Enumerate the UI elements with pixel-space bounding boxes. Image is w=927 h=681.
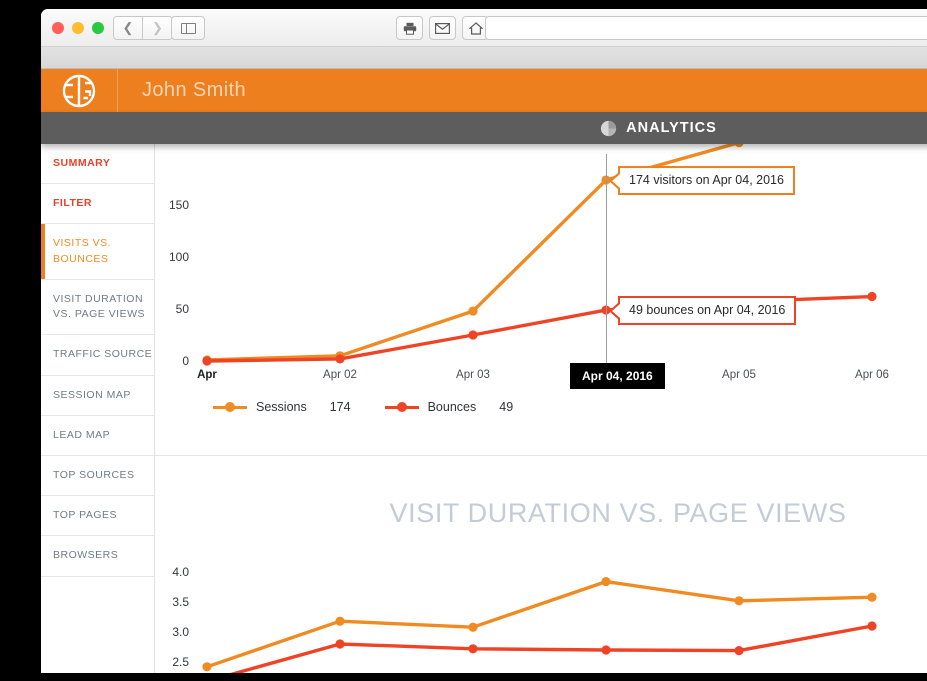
axis-hover-tooltip: Apr 04, 2016 bbox=[570, 363, 665, 389]
sidebar-item-label: BROWSERS bbox=[53, 549, 119, 562]
app-header: John Smith DFM RESULTS bbox=[41, 69, 927, 112]
close-window-button[interactable] bbox=[52, 22, 64, 34]
sidebar-item-visit-duration-vs-page-views[interactable]: VISIT DURATION VS. PAGE VIEWS bbox=[41, 280, 154, 336]
sidebar-item-label: SESSION MAP bbox=[53, 388, 131, 401]
line-chart-visits-vs-bounces bbox=[202, 144, 877, 366]
sidebar-item-label: TOP SOURCES bbox=[53, 468, 135, 481]
legend-value: 49 bbox=[499, 400, 514, 414]
x-axis-tick-label: Apr bbox=[197, 369, 217, 381]
plot-area-visits-vs-bounces: 050100150AprApr 02Apr 03Apr 04Apr 05Apr … bbox=[155, 144, 927, 455]
sidebar-item-label: TOP PAGES bbox=[53, 509, 118, 522]
y-axis-tick-label: 3.0 bbox=[172, 625, 189, 639]
window-traffic-lights bbox=[52, 22, 104, 34]
legend-label: Sessions bbox=[256, 400, 307, 414]
sidebar-item-summary[interactable]: SUMMARY bbox=[41, 144, 154, 185]
app-body: SUMMARY FILTER VISITS VS. BOUNCES VISIT … bbox=[41, 144, 927, 673]
analytics-bar: ANALYTICS bbox=[41, 112, 927, 144]
legend-value: 174 bbox=[329, 400, 351, 414]
browser-tool-buttons bbox=[396, 16, 489, 40]
sidebar-item-label: SUMMARY bbox=[53, 157, 111, 169]
legend-entry[interactable]: Sessions 174 bbox=[213, 400, 351, 414]
y-axis-tick-label: 3.5 bbox=[172, 595, 189, 609]
sidebar-item-traffic-source[interactable]: TRAFFIC SOURCE bbox=[41, 335, 154, 376]
hover-guide-line bbox=[606, 154, 607, 376]
chart-title-visit-duration: VISIT DURATION VS. PAGE VIEWS bbox=[389, 498, 847, 528]
sidebar-item-label: LEAD MAP bbox=[53, 428, 111, 441]
maximize-window-button[interactable] bbox=[92, 22, 104, 34]
tooltip-sessions: 174 visitors on Apr 04, 2016 bbox=[618, 166, 795, 196]
plot-area-visit-duration: 2.5 3.0 3.5 4.0 bbox=[155, 551, 927, 673]
sidebar-item-filter[interactable]: FILTER bbox=[41, 184, 154, 225]
mail-icon bbox=[435, 22, 450, 34]
sidebar-item-label: TRAFFIC SOURCE bbox=[53, 348, 153, 361]
chart-visits-vs-bounces: 050100150AprApr 02Apr 03Apr 04Apr 05Apr … bbox=[155, 144, 927, 455]
legend-marker-icon bbox=[213, 402, 247, 412]
x-axis-tick-label: Apr 05 bbox=[722, 369, 756, 381]
legend-marker-icon bbox=[384, 402, 419, 412]
minimize-window-button[interactable] bbox=[72, 22, 84, 34]
x-axis-tick-label: Apr 06 bbox=[855, 369, 889, 381]
sidebar-item-top-pages[interactable]: TOP PAGES bbox=[41, 496, 154, 537]
x-axis-tick-label: Apr 02 bbox=[323, 369, 357, 381]
line-chart-visit-duration bbox=[202, 577, 877, 673]
sidebar-item-lead-map[interactable]: LEAD MAP bbox=[41, 416, 154, 456]
y-axis-tick-label: 100 bbox=[168, 250, 189, 264]
sidebar-item-browsers[interactable]: BROWSERS bbox=[41, 536, 154, 577]
x-axis-tick-label: Apr 03 bbox=[456, 369, 490, 381]
logo-cell[interactable] bbox=[41, 69, 118, 112]
analytics-title: ANALYTICS bbox=[626, 120, 717, 136]
pie-chart-icon bbox=[601, 120, 617, 136]
legend-label: Bounces bbox=[427, 400, 477, 414]
y-axis-tick-label: 4.0 bbox=[172, 565, 189, 579]
sidebar-item-top-sources[interactable]: TOP SOURCES bbox=[41, 456, 154, 497]
brain-logo-icon bbox=[62, 74, 96, 107]
chart-legend: Sessions 174 Bounces 49 bbox=[213, 400, 513, 414]
sidebar-item-label: VISITS VS. BOUNCES bbox=[53, 237, 112, 265]
navigation-buttons: ❮ ❯ bbox=[113, 16, 173, 40]
browser-titlebar: ❮ ❯ bbox=[41, 9, 927, 47]
sidebar-item-label: VISIT DURATION VS. PAGE VIEWS bbox=[53, 292, 145, 321]
home-icon bbox=[468, 21, 483, 35]
sidebar-item-label: FILTER bbox=[53, 197, 92, 210]
sidebar-panel-icon bbox=[180, 22, 196, 34]
browser-window: ❮ ❯ John Smith ANALYTICS SUMMARY FILTER … bbox=[41, 9, 927, 673]
forward-button[interactable]: ❯ bbox=[143, 16, 173, 40]
y-axis-tick-label: 2.5 bbox=[172, 655, 189, 669]
mail-button[interactable] bbox=[429, 16, 456, 40]
address-bar[interactable] bbox=[485, 16, 927, 40]
y-axis-tick-label: 150 bbox=[168, 198, 189, 212]
print-icon bbox=[403, 22, 416, 35]
sidebar-item-visits-vs-bounces[interactable]: VISITS VS. BOUNCES bbox=[41, 224, 154, 280]
sidebar: SUMMARY FILTER VISITS VS. BOUNCES VISIT … bbox=[41, 144, 155, 673]
chart-visit-duration-vs-page-views: VISIT DURATION VS. PAGE VIEWS 2.5 3.0 3.5 4… bbox=[155, 456, 927, 673]
brand-username: John Smith bbox=[142, 79, 247, 101]
charts-column: 050100150AprApr 02Apr 03Apr 04Apr 05Apr … bbox=[155, 144, 927, 673]
print-button[interactable] bbox=[396, 16, 423, 40]
y-axis-tick-label: 50 bbox=[175, 302, 189, 316]
y-axis-tick-label: 0 bbox=[182, 354, 189, 368]
legend-entry[interactable]: Bounces 49 bbox=[384, 400, 514, 414]
back-button[interactable]: ❮ bbox=[113, 16, 143, 40]
sidebar-item-session-map[interactable]: SESSION MAP bbox=[41, 376, 154, 416]
bookmarks-bar bbox=[41, 47, 927, 69]
sidebar-toggle-button[interactable] bbox=[171, 16, 205, 40]
tooltip-bounces: 49 bounces on Apr 04, 2016 bbox=[618, 296, 797, 326]
